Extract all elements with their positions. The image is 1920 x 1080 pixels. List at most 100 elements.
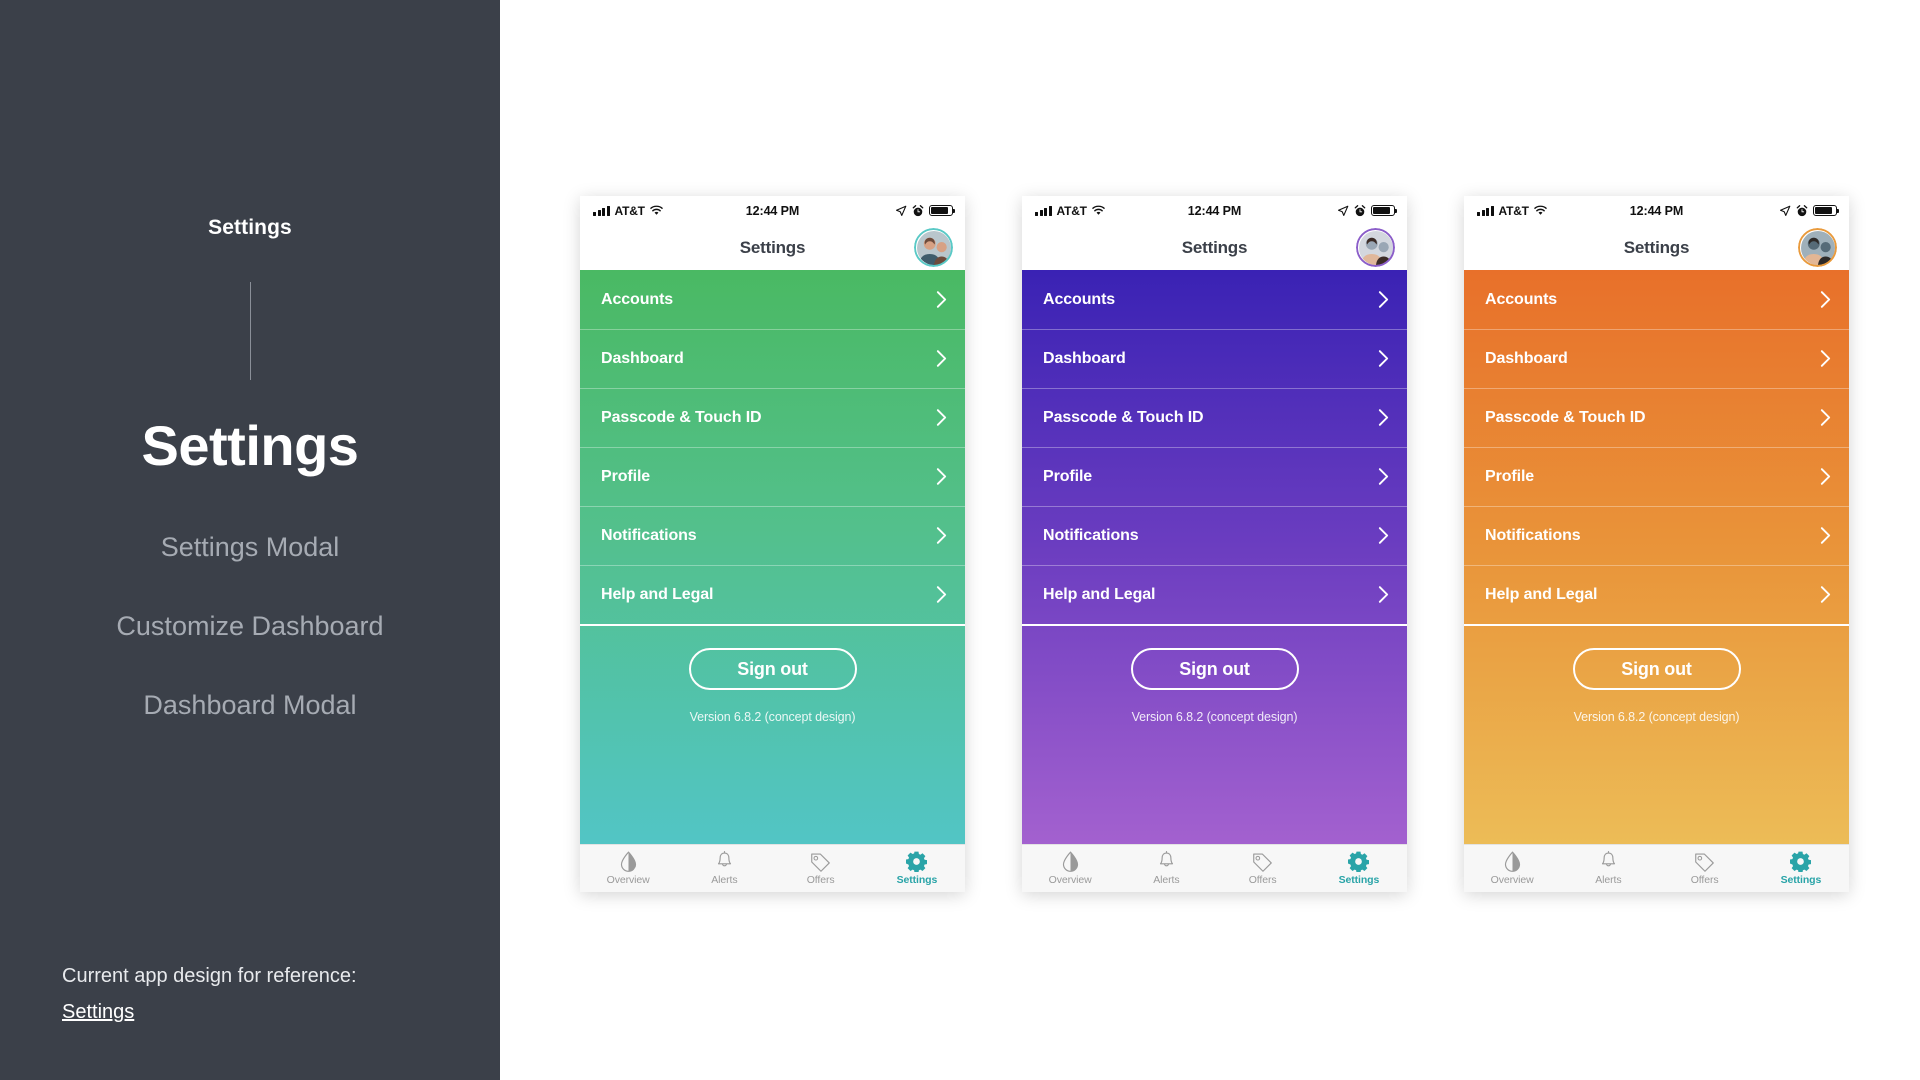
settings-row-label: Passcode & Touch ID bbox=[1043, 408, 1204, 426]
tab-overview[interactable]: Overview bbox=[1022, 851, 1118, 886]
phone-mockup-purple: AT&T 12:44 PM Settings Accounts Dashboard Pas… bbox=[1022, 196, 1407, 892]
status-bar: AT&T 12:44 PM bbox=[1022, 196, 1407, 225]
phone-mockup-green: AT&T 12:44 PM Settings Accounts Dashboard Pas… bbox=[580, 196, 965, 892]
droplet-icon bbox=[1503, 851, 1522, 872]
battery-icon bbox=[929, 205, 956, 216]
settings-row-dashboard[interactable]: Dashboard bbox=[580, 329, 965, 388]
settings-menu: Accounts Dashboard Passcode & Touch ID Prof… bbox=[1022, 270, 1407, 844]
sign-out-button[interactable]: Sign out bbox=[1572, 648, 1741, 690]
status-bar-right bbox=[1779, 204, 1840, 217]
status-bar: AT&T 12:44 PM bbox=[580, 196, 965, 225]
settings-row-notifications[interactable]: Notifications bbox=[1022, 506, 1407, 565]
settings-row-label: Notifications bbox=[1485, 526, 1581, 544]
chevron-right-icon bbox=[1378, 350, 1389, 367]
sign-out-area: Sign out Version 6.8.2 (concept design) bbox=[580, 624, 965, 844]
bell-icon bbox=[1157, 851, 1176, 872]
carrier-label: AT&T bbox=[1056, 203, 1088, 218]
settings-row-accounts[interactable]: Accounts bbox=[580, 270, 965, 329]
droplet-icon bbox=[1062, 851, 1078, 872]
tab-alerts[interactable]: Alerts bbox=[676, 851, 772, 886]
chevron-right-icon bbox=[1820, 350, 1831, 367]
location-arrow-icon bbox=[895, 205, 907, 216]
sidebar-item-dashboard-modal[interactable]: Dashboard Modal bbox=[0, 666, 500, 745]
settings-row-accounts[interactable]: Accounts bbox=[1464, 270, 1849, 329]
settings-row-accounts[interactable]: Accounts bbox=[1022, 270, 1407, 329]
settings-row-label: Help and Legal bbox=[1485, 585, 1598, 603]
settings-row-passcode-touch-id[interactable]: Passcode & Touch ID bbox=[1464, 388, 1849, 447]
settings-row-notifications[interactable]: Notifications bbox=[580, 506, 965, 565]
sign-out-area: Sign out Version 6.8.2 (concept design) bbox=[1464, 624, 1849, 844]
settings-row-dashboard[interactable]: Dashboard bbox=[1022, 329, 1407, 388]
settings-row-dashboard[interactable]: Dashboard bbox=[1464, 329, 1849, 388]
avatar[interactable] bbox=[1356, 228, 1395, 267]
sidebar-footer-link[interactable]: Settings bbox=[62, 994, 134, 1030]
nav-bar-title: Settings bbox=[1181, 237, 1248, 257]
tag-icon bbox=[1252, 851, 1273, 872]
tab-bar: Overview Alerts Offers Settings bbox=[1022, 844, 1407, 892]
sign-out-button[interactable]: Sign out bbox=[1130, 648, 1299, 690]
tab-settings[interactable]: Settings bbox=[869, 851, 965, 886]
signal-bars-icon bbox=[1477, 205, 1494, 216]
tab-alerts[interactable]: Alerts bbox=[1118, 851, 1214, 886]
bell-icon bbox=[715, 851, 734, 872]
gear-icon bbox=[906, 851, 928, 872]
nav-bar: Settings bbox=[1022, 225, 1407, 270]
status-bar-left: AT&T bbox=[1035, 204, 1105, 218]
tab-label: Overview bbox=[606, 874, 650, 886]
alarm-icon bbox=[1796, 204, 1808, 216]
tab-label: Settings bbox=[1338, 874, 1380, 886]
sidebar-footer: Current app design for reference: Settin… bbox=[62, 958, 357, 1030]
tab-bar: Overview Alerts Offers Settings bbox=[580, 844, 965, 892]
wifi-icon bbox=[649, 205, 663, 215]
tab-offers[interactable]: Offers bbox=[1657, 851, 1753, 886]
gear-icon bbox=[1348, 851, 1370, 872]
sidebar-small-title: Settings bbox=[208, 216, 292, 239]
chevron-right-icon bbox=[1820, 468, 1831, 485]
tab-offers[interactable]: Offers bbox=[1215, 851, 1311, 886]
sidebar-item-customize-dashboard[interactable]: Customize Dashboard bbox=[0, 587, 500, 666]
settings-row-label: Profile bbox=[1485, 467, 1535, 485]
tab-settings[interactable]: Settings bbox=[1311, 851, 1407, 886]
settings-row-label: Accounts bbox=[601, 290, 674, 308]
tab-offers[interactable]: Offers bbox=[773, 851, 869, 886]
settings-row-profile[interactable]: Profile bbox=[1022, 447, 1407, 506]
settings-menu: Accounts Dashboard Passcode & Touch ID Prof… bbox=[580, 270, 965, 844]
chevron-right-icon bbox=[936, 350, 947, 367]
tag-icon bbox=[1253, 853, 1272, 872]
chevron-right-icon bbox=[936, 586, 947, 603]
tag-icon bbox=[1695, 853, 1714, 872]
tab-overview[interactable]: Overview bbox=[1464, 851, 1560, 886]
settings-row-help-and-legal[interactable]: Help and Legal bbox=[1022, 565, 1407, 624]
sidebar-item-settings-modal[interactable]: Settings Modal bbox=[0, 508, 500, 587]
status-bar-right bbox=[1337, 204, 1398, 217]
sidebar-footer-note: Current app design for reference: bbox=[62, 965, 357, 987]
settings-row-passcode-touch-id[interactable]: Passcode & Touch ID bbox=[1022, 388, 1407, 447]
avatar[interactable] bbox=[1798, 228, 1837, 267]
tab-alerts[interactable]: Alerts bbox=[1560, 851, 1656, 886]
settings-row-label: Passcode & Touch ID bbox=[1485, 408, 1646, 426]
settings-row-profile[interactable]: Profile bbox=[580, 447, 965, 506]
settings-row-profile[interactable]: Profile bbox=[1464, 447, 1849, 506]
avatar-ring bbox=[1798, 228, 1837, 267]
tab-settings[interactable]: Settings bbox=[1753, 851, 1849, 886]
status-bar-left: AT&T bbox=[593, 204, 663, 218]
tab-label: Alerts bbox=[711, 874, 738, 886]
tab-overview[interactable]: Overview bbox=[580, 851, 676, 886]
chevron-right-icon bbox=[1820, 586, 1831, 603]
alarm-icon bbox=[1354, 204, 1366, 216]
wifi-icon bbox=[1091, 205, 1105, 215]
settings-row-help-and-legal[interactable]: Help and Legal bbox=[1464, 565, 1849, 624]
chevron-right-icon bbox=[1378, 586, 1389, 603]
chevron-right-icon bbox=[1378, 409, 1389, 426]
settings-row-notifications[interactable]: Notifications bbox=[1464, 506, 1849, 565]
battery-icon bbox=[1813, 205, 1840, 216]
sign-out-button[interactable]: Sign out bbox=[688, 648, 857, 690]
chevron-right-icon bbox=[1378, 468, 1389, 485]
wifi-icon bbox=[1533, 205, 1547, 215]
carrier-label: AT&T bbox=[614, 203, 646, 218]
avatar[interactable] bbox=[914, 228, 953, 267]
settings-row-help-and-legal[interactable]: Help and Legal bbox=[580, 565, 965, 624]
chevron-right-icon bbox=[1820, 527, 1831, 544]
tab-label: Offers bbox=[1690, 874, 1719, 886]
settings-row-passcode-touch-id[interactable]: Passcode & Touch ID bbox=[580, 388, 965, 447]
